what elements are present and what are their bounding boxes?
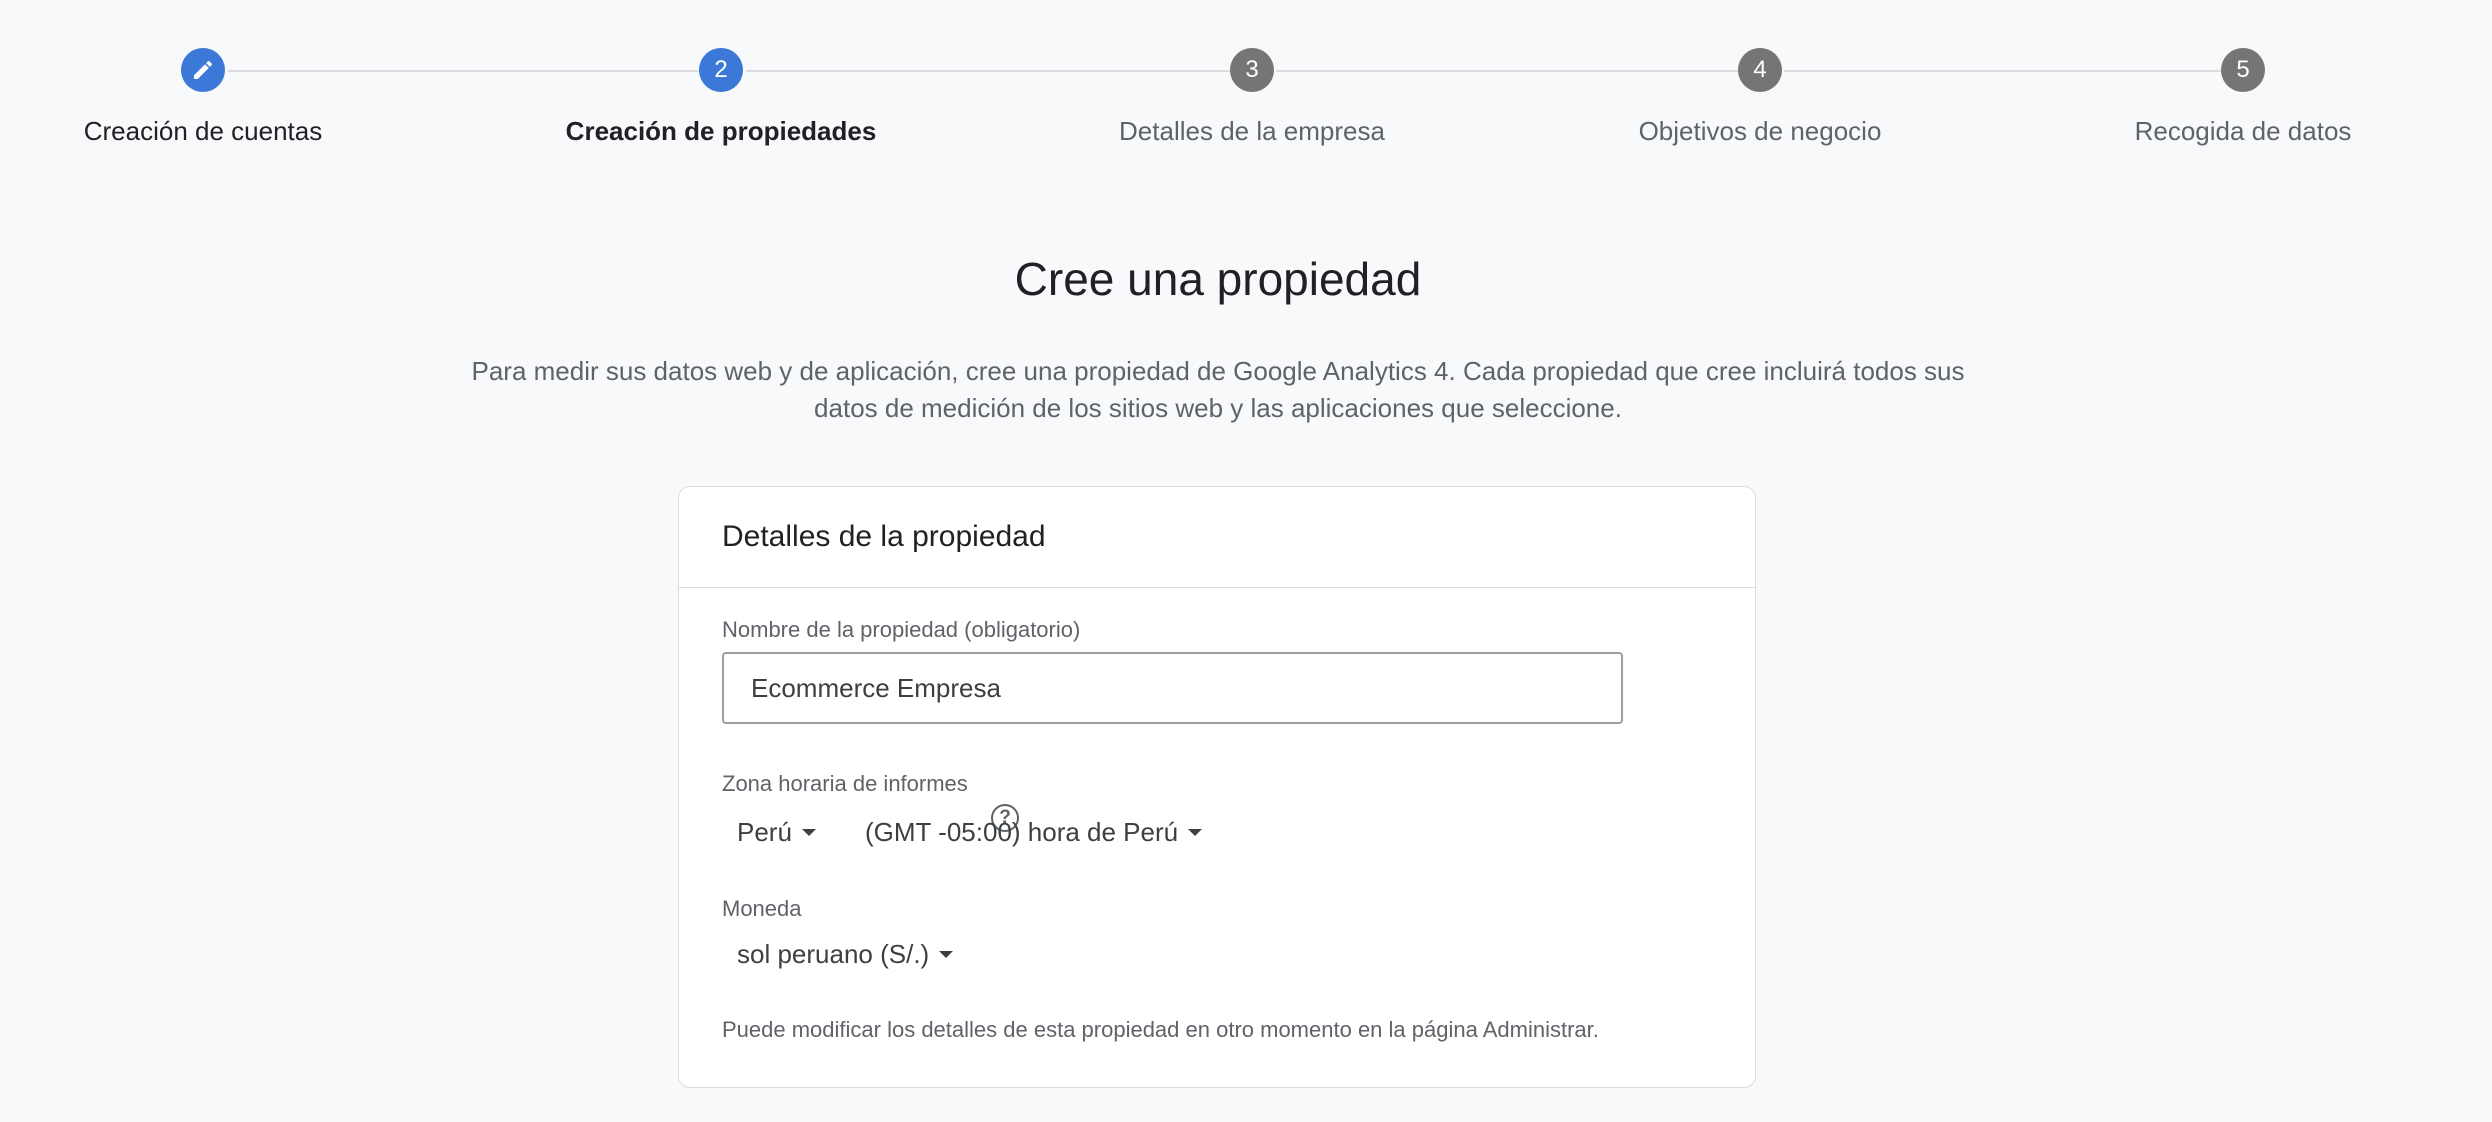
step-number: 5 — [2221, 48, 2265, 92]
step-data-collection: 5 Recogida de datos — [2043, 48, 2443, 147]
edit-later-note: Puede modificar los detalles de esta pro… — [722, 1017, 1599, 1042]
step-business-details: 3 Detalles de la empresa — [1052, 48, 1452, 147]
step-label: Creación de propiedades — [565, 116, 877, 146]
step-number: 3 — [1230, 48, 1274, 92]
step-label: Recogida de datos — [2134, 116, 2352, 146]
caret-down-icon — [939, 951, 954, 958]
property-name-label: Nombre de la propiedad (obligatorio) — [722, 617, 1081, 642]
step-label: Creación de cuentas — [83, 116, 323, 146]
property-name-input[interactable] — [722, 652, 1623, 724]
country-value: Perú — [737, 817, 792, 847]
currency-select[interactable]: sol peruano (S/.) — [737, 939, 954, 970]
property-details-card: Detalles de la propiedad Nombre de la pr… — [678, 486, 1756, 1088]
caret-down-icon — [1188, 829, 1203, 836]
step-account-creation[interactable]: Creación de cuentas — [3, 48, 403, 147]
currency-label: Moneda — [722, 896, 802, 921]
step-business-objectives: 4 Objetivos de negocio — [1560, 48, 1960, 147]
page-description: Para medir sus datos web y de aplicación… — [471, 356, 1965, 423]
progress-stepper: Creación de cuentas 2 Creación de propie… — [0, 0, 2492, 170]
pencil-icon — [194, 60, 213, 79]
step-label: Detalles de la empresa — [1119, 116, 1385, 146]
timezone-label: Zona horaria de informes — [722, 771, 968, 796]
step-number: 4 — [1738, 48, 1782, 92]
step-label: Objetivos de negocio — [1638, 116, 1882, 146]
timezone-value: (GMT -05:00) hora de Perú — [865, 817, 1179, 847]
currency-value: sol peruano (S/.) — [737, 939, 930, 969]
step-number: 2 — [699, 48, 743, 92]
step-circle — [181, 48, 225, 92]
card-title: Detalles de la propiedad — [679, 487, 1755, 588]
step-property-creation[interactable]: 2 Creación de propiedades — [521, 48, 921, 147]
page-title: Cree una propiedad — [1014, 253, 1422, 305]
timezone-select[interactable]: (GMT -05:00) hora de Perú — [865, 817, 1203, 848]
caret-down-icon — [801, 829, 816, 836]
country-select[interactable]: Perú — [737, 817, 816, 848]
